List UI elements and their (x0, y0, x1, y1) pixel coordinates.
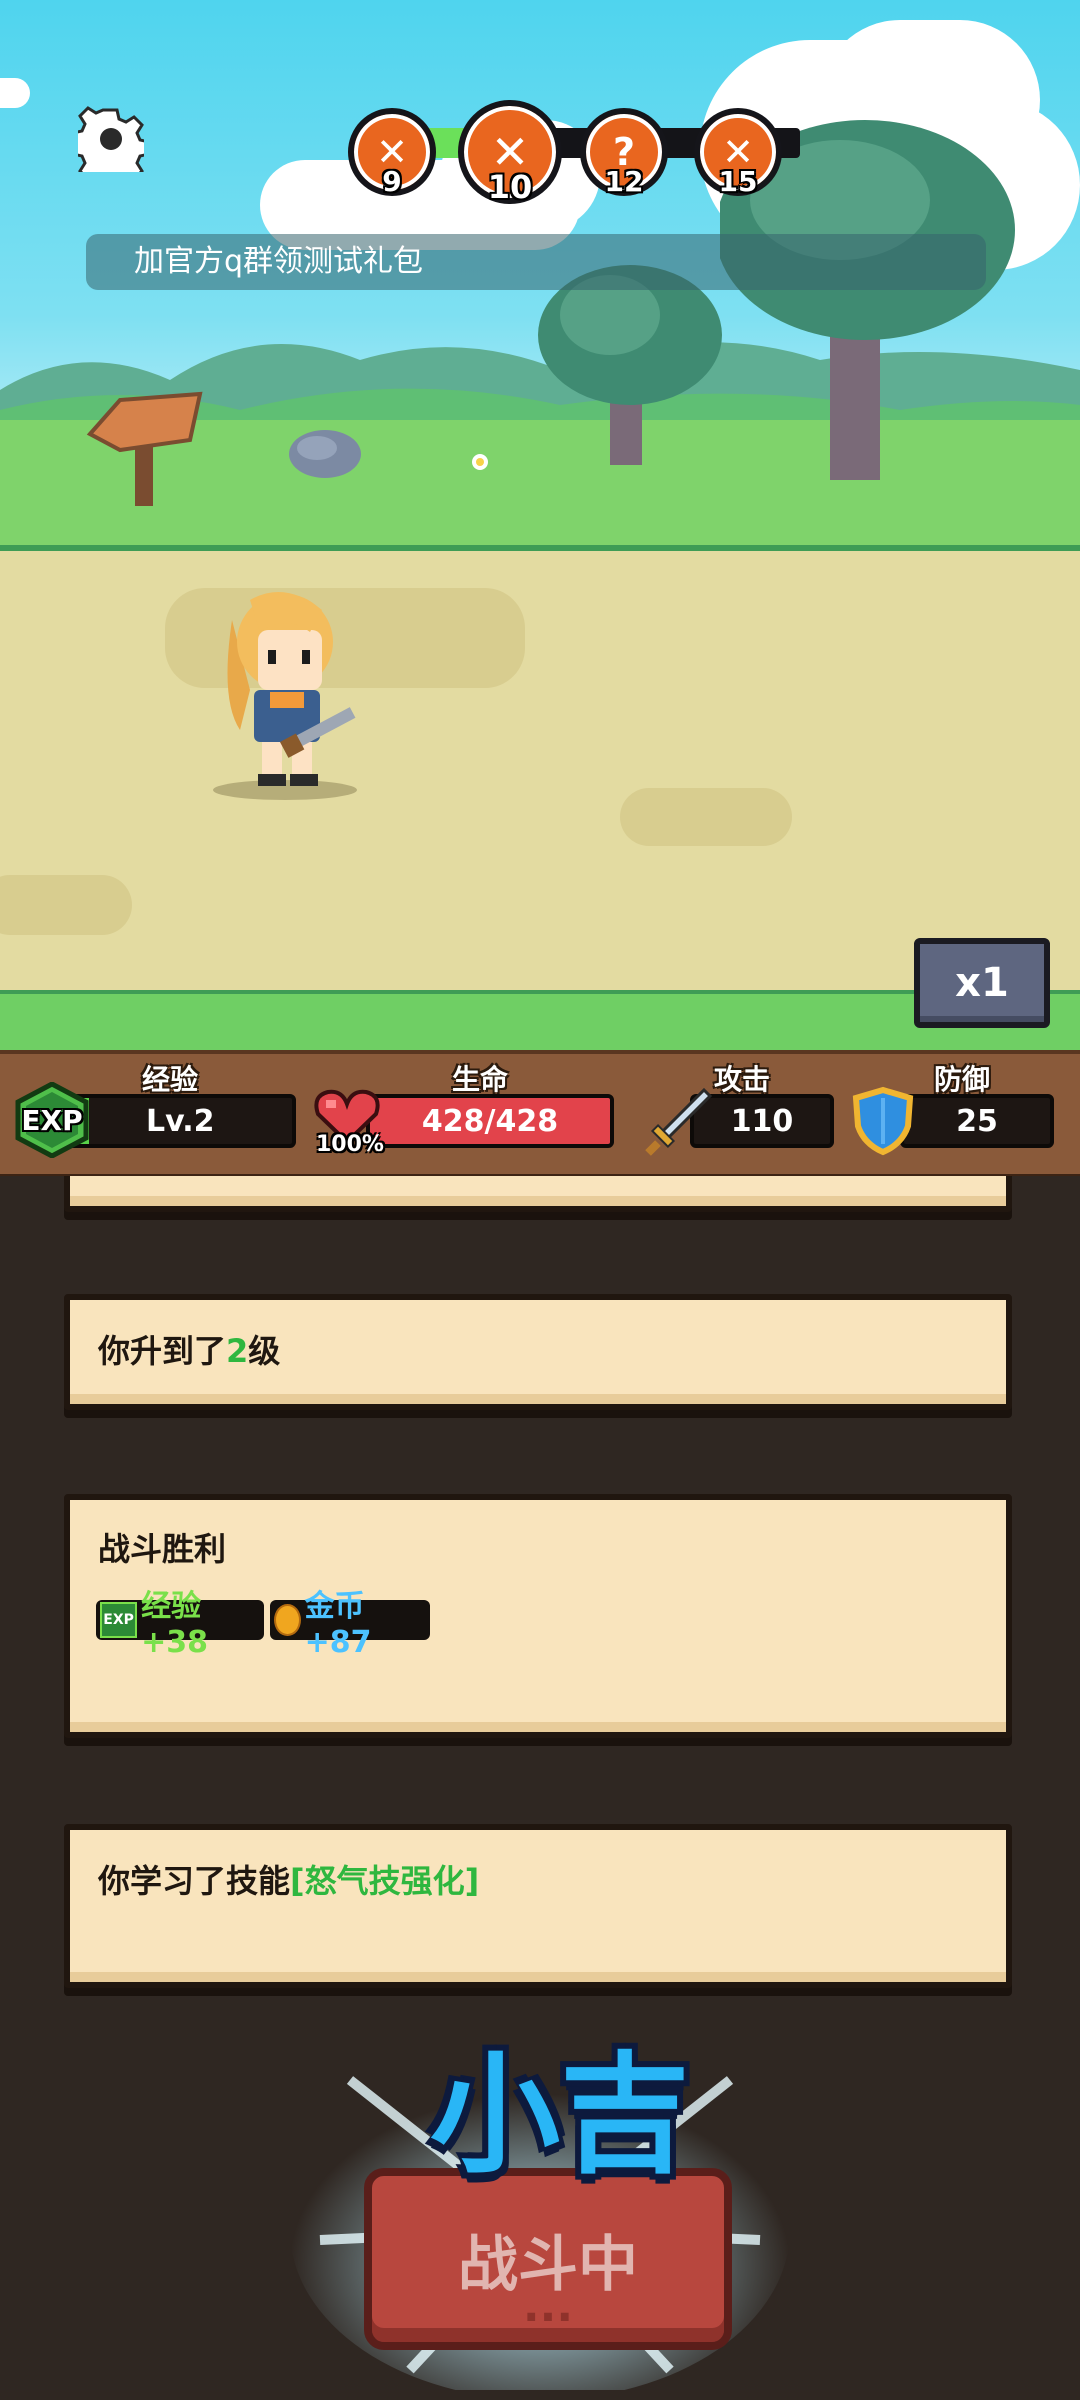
hp-label: 生命 (452, 1063, 509, 1096)
exp-reward-tag: EXP 经验+38 (96, 1589, 264, 1660)
defense-box: 25 (900, 1094, 1054, 1148)
notice-text: 加官方q群领测试礼包 (134, 244, 424, 279)
sword-icon (640, 1086, 714, 1164)
stage-node-9: ✕ 9 (348, 108, 436, 198)
skill-text: 你学习了技能[怒气技强化] (98, 1856, 479, 1902)
log-card-partial (64, 1176, 1012, 1212)
cloud (0, 78, 30, 108)
attack-value: 110 (730, 1103, 794, 1139)
gold-reward: 金币+87 (304, 1588, 372, 1660)
levelup-prefix: 你升到了 (98, 1332, 227, 1370)
gear-icon (78, 106, 144, 172)
levelup-suffix: 级 (248, 1332, 281, 1370)
notice-banner[interactable]: 加官方q群领测试礼包 (86, 234, 986, 290)
exp-bar: Lv.2 (62, 1094, 296, 1148)
signpost (86, 391, 203, 506)
defense-value: 25 (956, 1103, 998, 1139)
exp-small-icon: EXP (100, 1602, 138, 1638)
exp-icon: EXP (14, 1081, 90, 1159)
hero-character (213, 592, 357, 800)
rock (289, 430, 361, 478)
battle-status-dots: ... (522, 2281, 574, 2332)
stage-number: 9 (382, 165, 402, 198)
stat-bar: 经验 Lv.2 EXP 生命 428/428 100% 攻击 110 防御 25 (0, 1050, 1080, 1180)
settings-button[interactable] (78, 106, 144, 172)
speed-label: x1 (955, 960, 1009, 1006)
hp-percent: 100% (316, 1132, 384, 1157)
shield-icon (852, 1086, 914, 1160)
stage-node-10: ✕ 10 (458, 100, 562, 206)
stage-number: 15 (718, 165, 758, 198)
speed-toggle-button[interactable]: x1 (914, 938, 1050, 1028)
log-card-skill: 你学习了技能[怒气技强化] (64, 1824, 1012, 1988)
battle-ground (0, 545, 1080, 1001)
battle-status-button[interactable]: 战斗中 ... (364, 2168, 732, 2350)
attack-label: 攻击 (714, 1063, 771, 1096)
exp-icon-text: EXP (21, 1104, 83, 1137)
log-card-victory: 战斗胜利 EXP 经验+38 金币+87 (64, 1494, 1012, 1738)
stage-node-12: ? 12 (580, 108, 668, 198)
levelup-level: 2 (226, 1332, 249, 1370)
exp-label: 经验 (142, 1063, 199, 1096)
game-scene: 加官方q群领测试礼包 x1 ✕ 9 ✕ 10? 12 ✕ 15 (0, 0, 1080, 1050)
flower (472, 454, 488, 470)
fortune-text: 小吉 (429, 2039, 690, 2191)
skill-prefix: 你学习了技能 (98, 1862, 291, 1900)
stage-node-15: ✕ 15 (694, 108, 782, 198)
hp-value: 428/428 (421, 1103, 559, 1139)
dirt-patch (0, 875, 132, 935)
defense-label: 防御 (934, 1063, 991, 1096)
stage-number: 10 (487, 168, 533, 206)
levelup-text: 你升到了2级 (98, 1326, 280, 1372)
gold-reward-tag: 金币+87 (270, 1589, 430, 1660)
coin-icon (274, 1604, 301, 1636)
skill-name: [怒气技强化] (290, 1862, 480, 1900)
dirt-patch (620, 788, 792, 846)
victory-title: 战斗胜利 (98, 1530, 227, 1568)
hp-bar: 428/428 (366, 1094, 614, 1148)
stage-number: 12 (604, 165, 644, 198)
log-card-levelup: 你升到了2级 (64, 1294, 1012, 1410)
level-text: Lv.2 (146, 1103, 215, 1139)
exp-reward: 经验+38 (141, 1588, 209, 1660)
